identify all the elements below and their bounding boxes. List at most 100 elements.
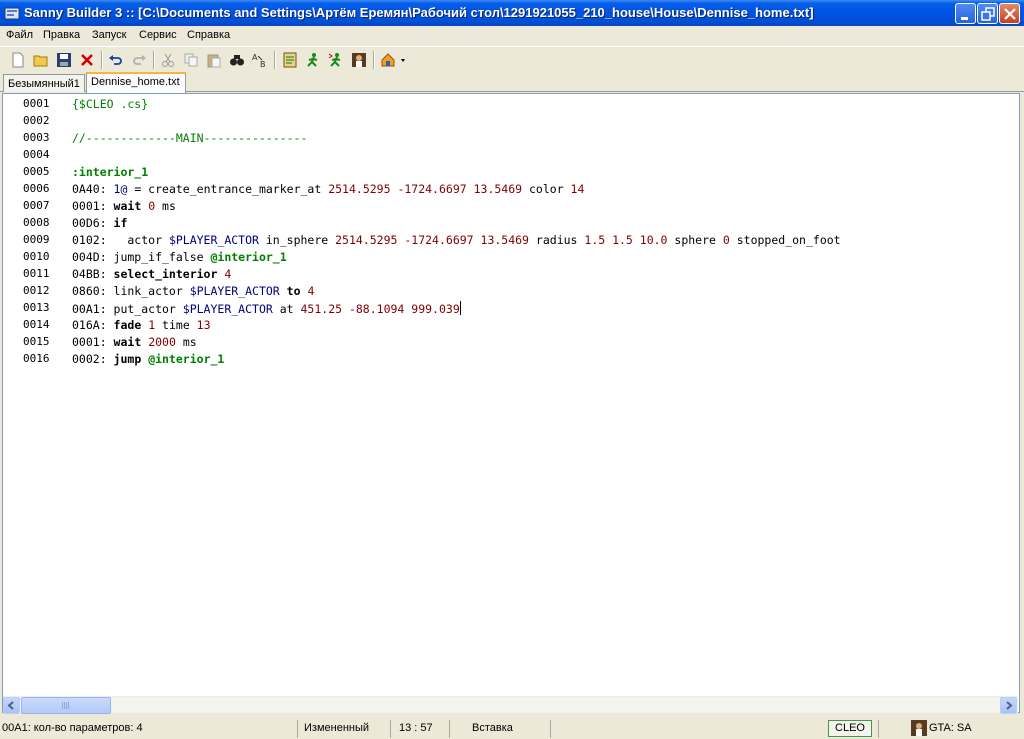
code-token: $PLAYER_ACTOR: [168, 233, 259, 247]
menu-file[interactable]: Файл: [6, 29, 33, 41]
code-line[interactable]: 0011 04BB: select_interior 4: [3, 267, 1003, 284]
paste-icon: [207, 54, 221, 68]
find-button[interactable]: [227, 50, 247, 70]
code-token: 0001:: [72, 335, 114, 349]
scroll-right-button[interactable]: [1000, 697, 1017, 714]
find-icon: [230, 55, 244, 66]
code-text: 04BB: select_interior 4: [72, 267, 231, 281]
code-token: stopped_on_foot: [729, 233, 841, 247]
line-number: 0001: [23, 97, 50, 110]
status-game[interactable]: GTA: SA: [923, 720, 1023, 738]
code-token: 0860: link_actor: [72, 284, 190, 298]
code-text: 016A: fade 1 time 13: [72, 318, 211, 332]
new-file-button[interactable]: [8, 50, 28, 70]
code-line[interactable]: 0006 0A40: 1@ = create_entrance_marker_at…: [3, 182, 1003, 199]
copy-icon: [184, 53, 198, 67]
menu-help[interactable]: Справка: [187, 29, 230, 41]
code-token: {$CLEO .cs}: [72, 97, 149, 111]
open-button[interactable]: [31, 50, 51, 70]
menu-tools[interactable]: Сервис: [139, 29, 177, 41]
code-text: 00A1: put_actor $PLAYER_ACTOR at 451.25 …: [72, 301, 461, 316]
code-token: @interior_1: [148, 352, 225, 366]
code-token: select_interior: [113, 267, 218, 281]
code-token: 0: [722, 233, 730, 247]
status-target[interactable]: CLEO: [828, 720, 872, 737]
tab-dennise-home[interactable]: Dennise_home.txt: [86, 72, 186, 93]
redo-button[interactable]: [129, 50, 149, 70]
run-button[interactable]: [303, 50, 323, 70]
save-button[interactable]: [54, 50, 74, 70]
horizontal-scrollbar[interactable]: [3, 696, 1018, 714]
toolbar-separator: [373, 51, 375, 69]
code-token: 016A:: [72, 318, 114, 332]
code-line[interactable]: 0001 {$CLEO .cs}: [3, 97, 1003, 114]
close-file-button[interactable]: [77, 50, 97, 70]
code-token: 14: [570, 182, 585, 196]
code-line[interactable]: 0004: [3, 148, 1003, 165]
close-window-button[interactable]: [999, 3, 1020, 24]
code-line[interactable]: 0009 0102: actor $PLAYER_ACTOR in_sphere …: [3, 233, 1003, 250]
line-number: 0013: [23, 301, 50, 314]
restore-button[interactable]: [977, 3, 998, 24]
scroll-grip: [62, 702, 70, 709]
run-alt-button[interactable]: [326, 50, 346, 70]
status-modified: Измененный: [297, 720, 389, 738]
copy-button[interactable]: [181, 50, 201, 70]
code-token: fade: [113, 318, 142, 332]
code-token: :interior_1: [72, 165, 149, 179]
code-line[interactable]: 0007 0001: wait 0 ms: [3, 199, 1003, 216]
toolbar-separator: [101, 51, 103, 69]
code-line[interactable]: 0016 0002: jump @interior_1: [3, 352, 1003, 369]
status-bar: 00A1: кол-во параметров: 4 Измененный 13…: [0, 717, 1024, 739]
code-line[interactable]: 0012 0860: link_actor $PLAYER_ACTOR to 4: [3, 284, 1003, 301]
line-number: 0008: [23, 216, 50, 229]
code-line[interactable]: 0014 016A: fade 1 time 13: [3, 318, 1003, 335]
compile-icon: [283, 52, 297, 68]
status-hint: 00A1: кол-во параметров: 4: [2, 722, 143, 734]
line-number: 0002: [23, 114, 50, 127]
code-text: 0A40: 1@ = create_entrance_marker_at 251…: [72, 182, 584, 196]
code-line[interactable]: 0002: [3, 114, 1003, 131]
line-number: 0005: [23, 165, 50, 178]
replace-button[interactable]: AB: [250, 50, 270, 70]
status-mode: Вставка: [449, 720, 549, 738]
paste-button[interactable]: [204, 50, 224, 70]
code-line[interactable]: 0003 //-------------MAIN---------------: [3, 131, 1003, 148]
scroll-thumb[interactable]: [21, 697, 111, 714]
code-line[interactable]: 0015 0001: wait 2000 ms: [3, 335, 1003, 352]
code-editor[interactable]: 0001 {$CLEO .cs} 0002 0003 //-------------MA…: [2, 93, 1020, 713]
code-line[interactable]: 0005 :interior_1: [3, 165, 1003, 182]
line-number: 0004: [23, 148, 50, 161]
line-number: 0014: [23, 318, 50, 331]
code-line[interactable]: 0008 00D6: if: [3, 216, 1003, 233]
edit-mode-dropdown[interactable]: [378, 50, 408, 70]
code-token: ms: [175, 335, 197, 349]
code-token: @interior_1: [210, 250, 287, 264]
title-bar[interactable]: Sanny Builder 3 :: [C:\Documents and Set…: [0, 0, 1024, 26]
compile-button[interactable]: [280, 50, 300, 70]
line-number: 0003: [23, 131, 50, 144]
menu-edit[interactable]: Правка: [43, 29, 80, 41]
code-line[interactable]: 0010 004D: jump_if_false @interior_1: [3, 250, 1003, 267]
code-line[interactable]: 0013 00A1: put_actor $PLAYER_ACTOR at 451…: [3, 301, 1003, 318]
code-text: :interior_1: [72, 165, 148, 179]
tab-untitled1[interactable]: Безымянный1: [3, 74, 85, 92]
cut-button[interactable]: [158, 50, 178, 70]
game-button[interactable]: [349, 50, 369, 70]
text-caret: [459, 301, 461, 315]
code-token: wait: [113, 199, 142, 213]
minimize-button[interactable]: [955, 3, 976, 24]
scroll-left-button[interactable]: [3, 697, 20, 714]
code-text: 00D6: if: [72, 216, 127, 230]
code-text: 0001: wait 0 ms: [72, 199, 176, 213]
code-token: 4: [224, 267, 232, 281]
undo-icon: [109, 55, 122, 65]
code-token: 0102: actor: [72, 233, 169, 247]
toolbar-separator: [153, 51, 155, 69]
status-empty: [550, 720, 822, 738]
minimize-icon: [961, 17, 968, 20]
undo-button[interactable]: [106, 50, 126, 70]
menu-bar: Файл Правка Запуск Сервис Справка: [0, 26, 1024, 45]
menu-run[interactable]: Запуск: [92, 29, 126, 41]
